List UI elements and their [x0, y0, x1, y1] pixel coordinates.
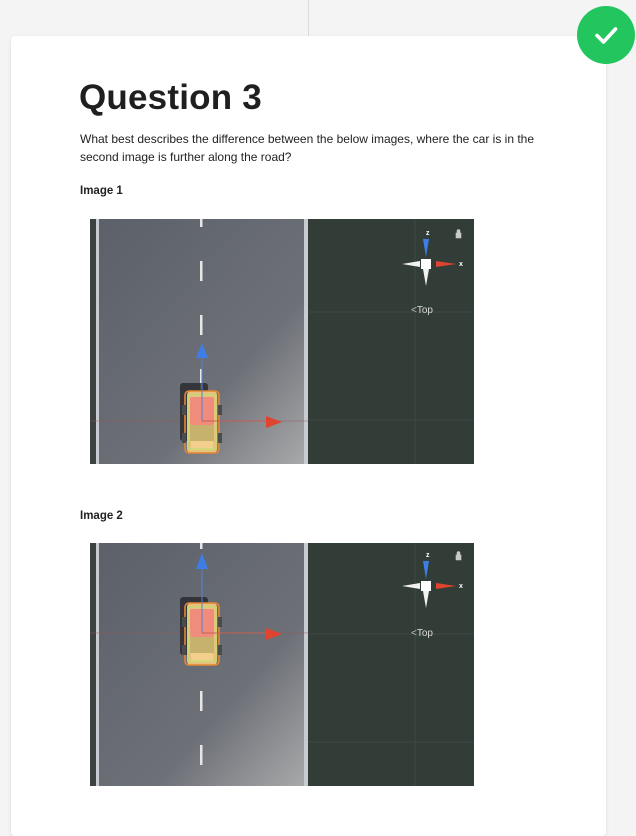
image-2-scene: z x <Top [90, 543, 474, 786]
view-label-top: <Top [411, 305, 433, 316]
checkmark-icon [595, 27, 618, 44]
lock-icon [455, 229, 462, 239]
question-title: Question 3 [79, 78, 262, 117]
image-1-scene: z x <Top [90, 219, 474, 464]
question-prompt: What best describes the difference betwe… [80, 132, 535, 164]
header-divider [308, 0, 309, 36]
gizmo-x-label: x [459, 583, 463, 590]
image-1-label: Image 1 [80, 185, 123, 197]
image-2-label: Image 2 [80, 510, 123, 522]
gizmo-z-label: z [426, 552, 430, 559]
gizmo-z-label: z [426, 230, 430, 237]
view-label-top: <Top [411, 628, 433, 639]
gizmo-x-label: x [459, 261, 463, 268]
correct-checkmark-badge [577, 6, 635, 64]
lock-icon [455, 551, 462, 561]
